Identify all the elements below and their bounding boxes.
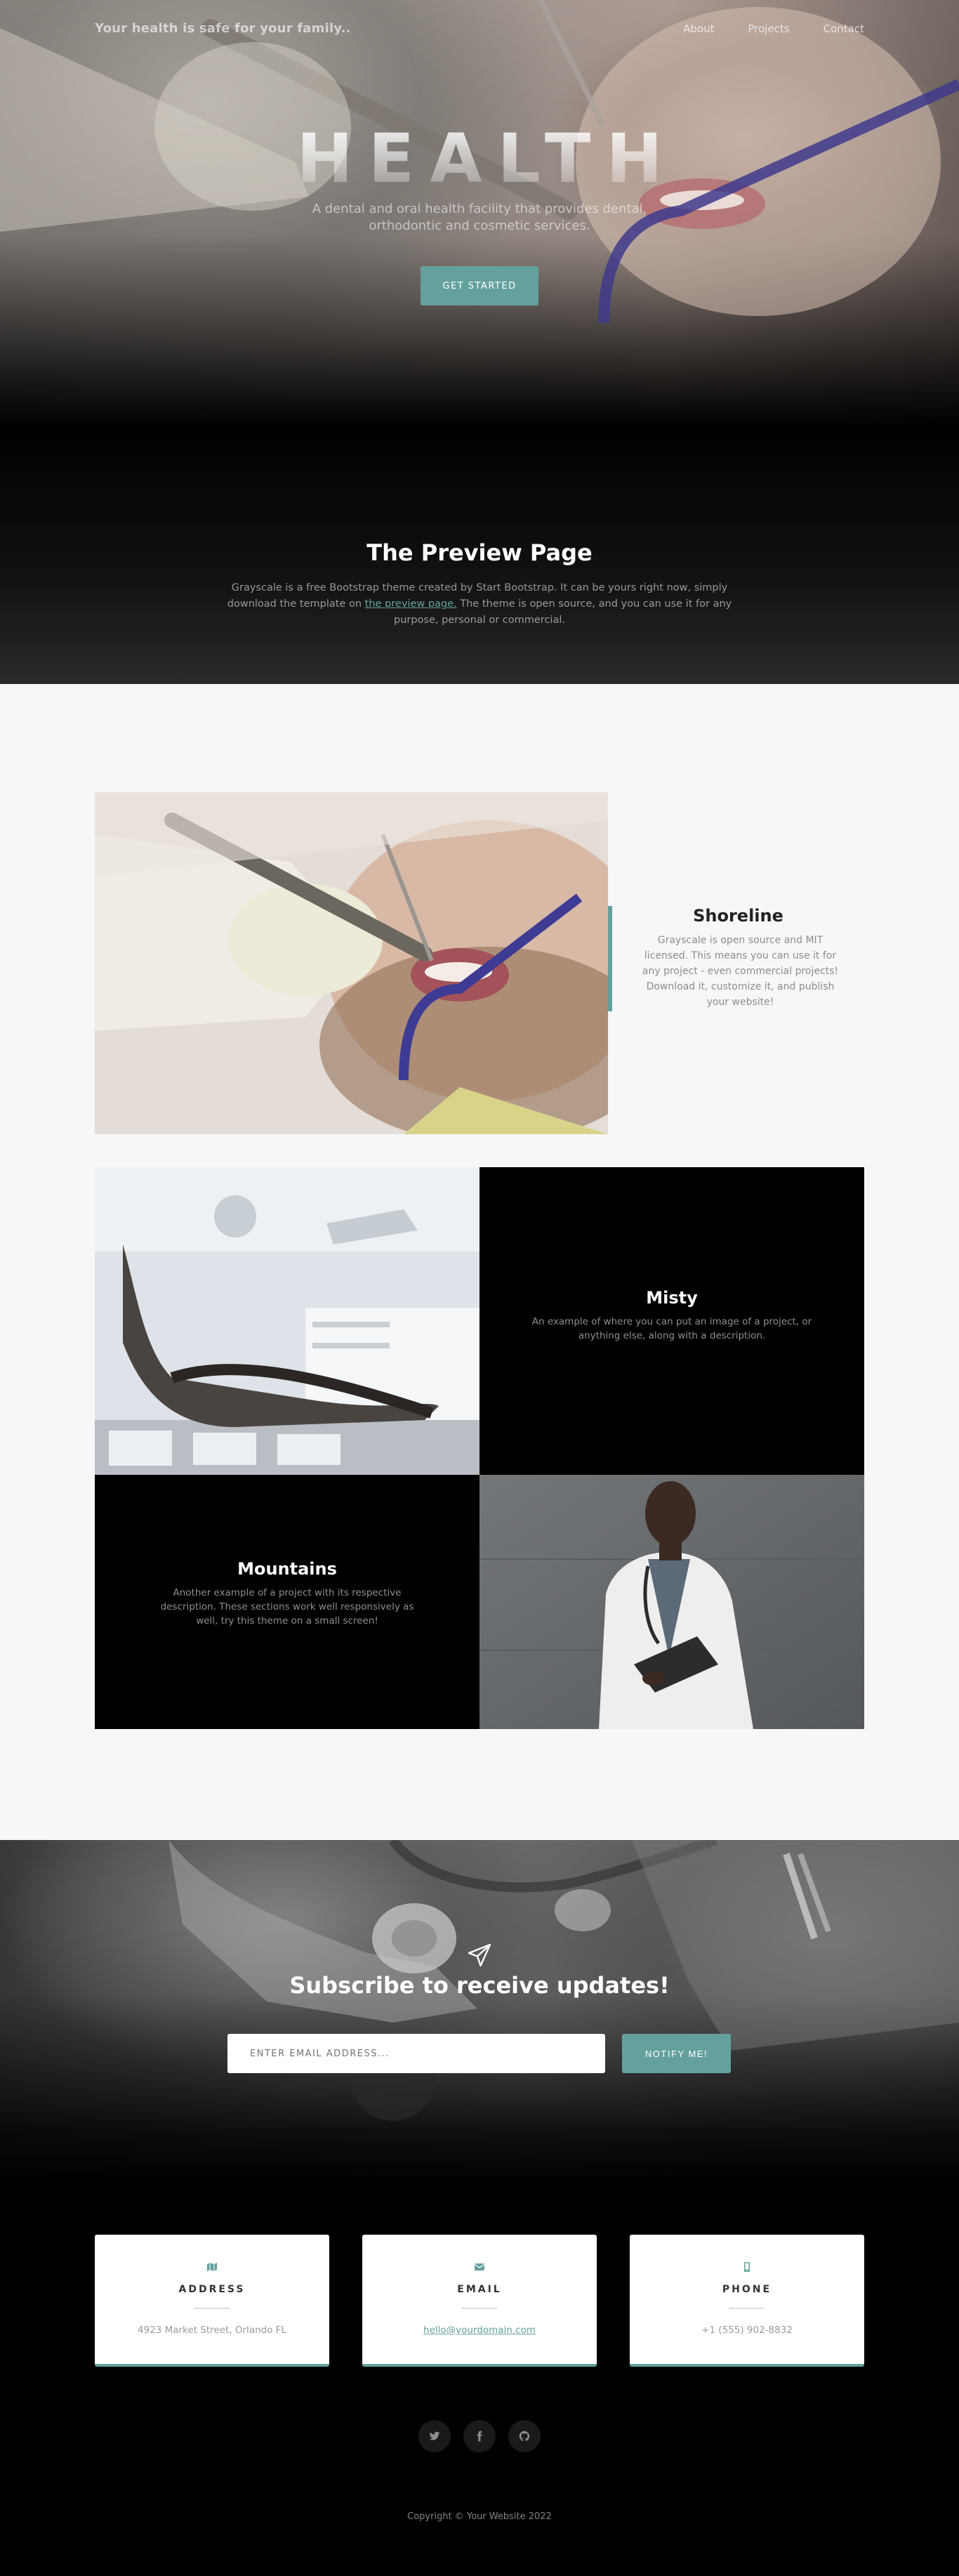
about-text: Grayscale is a free Bootstrap theme crea… <box>227 580 732 629</box>
nav-brand[interactable]: Your health is safe for your family.. <box>95 21 351 36</box>
notify-me-button[interactable]: NOTIFY ME! <box>622 2034 731 2073</box>
email-input[interactable] <box>227 2034 605 2073</box>
nav-link-projects[interactable]: Projects <box>748 22 790 35</box>
contact-section: ADDRESS 4923 Market Street, Orlando FL E… <box>0 2184 959 2576</box>
mountains-project-title: Mountains <box>237 1559 337 1579</box>
hero-section: HEALTH A dental and oral health facility… <box>0 0 959 427</box>
map-icon <box>207 2263 217 2271</box>
misty-project-description: An example of where you can put an image… <box>531 1316 812 1341</box>
misty-project-panel: Misty An example of where you can put an… <box>479 1167 864 1475</box>
phone-card: PHONE +1 (555) 902-8832 <box>630 2235 864 2367</box>
twitter-icon <box>429 2431 440 2440</box>
main-nav: Your health is safe for your family.. Ab… <box>0 0 959 58</box>
nav-links: About Projects Contact <box>649 22 864 35</box>
featured-project-image <box>95 792 608 1134</box>
get-started-button[interactable]: GET STARTED <box>421 266 538 305</box>
nav-link-about[interactable]: About <box>683 22 714 35</box>
phone-value: +1 (555) 902-8832 <box>701 2325 793 2336</box>
envelope-icon <box>474 2263 485 2271</box>
footer-copyright: Copyright © Your Website 2022 <box>407 2511 552 2522</box>
twitter-button[interactable] <box>418 2420 451 2452</box>
featured-project-description: Grayscale is open source and MIT license… <box>642 935 839 1008</box>
github-icon <box>519 2431 530 2441</box>
email-title: EMAIL <box>457 2284 502 2295</box>
address-card: ADDRESS 4923 Market Street, Orlando FL <box>95 2235 329 2367</box>
mobile-icon <box>744 2262 750 2272</box>
signup-section: Subscribe to receive updates! NOTIFY ME! <box>0 1840 959 2184</box>
nav-link-contact[interactable]: Contact <box>824 22 864 35</box>
address-value: 4923 Market Street, Orlando FL <box>137 2325 287 2336</box>
address-title: ADDRESS <box>178 2284 246 2295</box>
misty-project-title: Misty <box>646 1288 698 1308</box>
card-divider <box>729 2308 765 2309</box>
featured-project-text: Shoreline Grayscale is open source and M… <box>608 906 864 1011</box>
about-title: The Preview Page <box>366 539 593 566</box>
email-link[interactable]: hello@yourdomain.com <box>423 2325 536 2336</box>
card-divider <box>194 2308 230 2309</box>
facebook-icon <box>477 2431 482 2442</box>
about-section: The Preview Page Grayscale is a free Boo… <box>0 427 959 684</box>
github-button[interactable] <box>508 2420 541 2452</box>
signup-title: Subscribe to receive updates! <box>289 1972 670 1999</box>
phone-title: PHONE <box>722 2284 772 2295</box>
featured-project-title: Shoreline <box>693 906 783 926</box>
mountains-project-description: Another example of a project with its re… <box>160 1587 414 1627</box>
misty-project-image <box>95 1167 479 1475</box>
mountains-project-image <box>479 1475 864 1729</box>
mountains-project-panel: Mountains Another example of a project w… <box>95 1475 479 1729</box>
facebook-button[interactable] <box>463 2420 496 2452</box>
signup-background-image <box>168 1840 959 2121</box>
hero-title: HEALTH <box>0 119 959 198</box>
preview-page-link[interactable]: the preview page. <box>365 598 457 610</box>
email-card: EMAIL hello@yourdomain.com <box>362 2235 597 2367</box>
projects-section: Shoreline Grayscale is open source and M… <box>0 684 959 1840</box>
paper-plane-icon <box>468 1943 491 1967</box>
card-divider <box>462 2308 497 2309</box>
social-links <box>0 2420 959 2452</box>
hero-subtitle: A dental and oral health facility that p… <box>312 202 647 233</box>
